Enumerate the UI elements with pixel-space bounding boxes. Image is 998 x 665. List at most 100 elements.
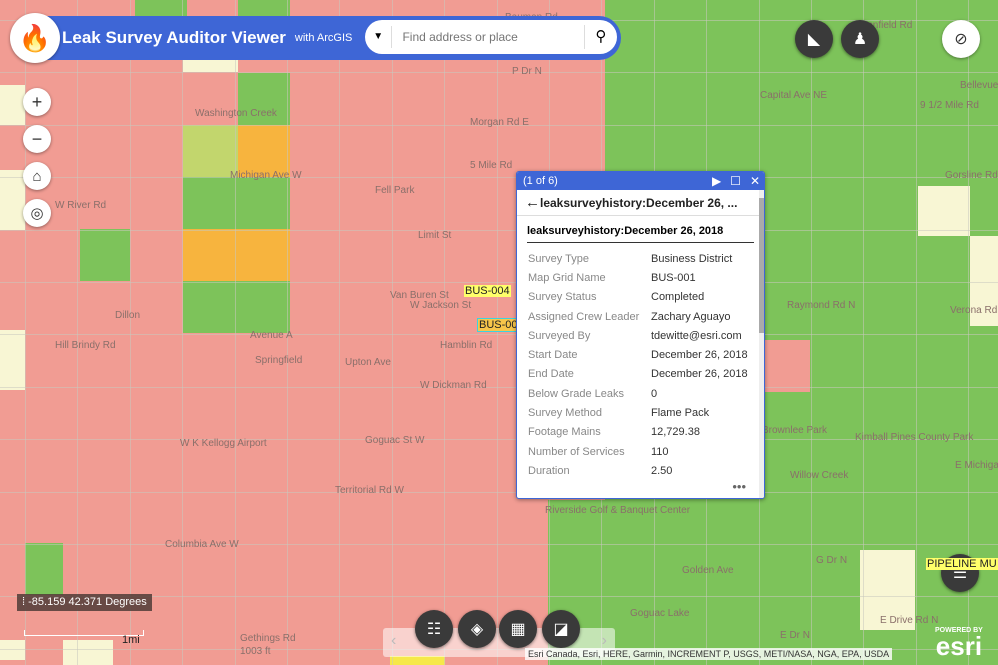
field-value: tdewitte@esri.com bbox=[651, 329, 742, 342]
street-label: Willow Creek bbox=[790, 470, 849, 481]
street-label: Hill Brindy Rd bbox=[55, 340, 116, 351]
street-label: Gethings Rd bbox=[240, 633, 296, 644]
search-bar: ▼ ⚲ bbox=[365, 20, 617, 54]
search-icon[interactable]: ⚲ bbox=[583, 25, 617, 49]
grid-cell bbox=[183, 60, 238, 72]
popup-field-row: Survey Type Business District bbox=[528, 249, 764, 268]
street-label: P Dr N bbox=[512, 66, 542, 77]
street-label: Brownlee Park bbox=[762, 425, 828, 436]
layers-icon[interactable]: ◈ bbox=[458, 610, 496, 648]
field-value: Flame Pack bbox=[651, 407, 710, 420]
grid-line bbox=[391, 0, 393, 665]
field-label: Number of Services bbox=[528, 445, 625, 458]
about-icon[interactable]: ◪ bbox=[542, 610, 580, 648]
basemap-gallery-icon[interactable]: ▦ bbox=[499, 610, 537, 648]
grid-line bbox=[77, 0, 79, 665]
street-label: E Dr N bbox=[780, 630, 810, 641]
field-label: Survey Method bbox=[528, 407, 602, 420]
grid-line bbox=[0, 544, 998, 545]
grid-cell bbox=[63, 640, 113, 665]
street-label: Washington Creek bbox=[195, 108, 277, 119]
popup-field-row: Map Grid Name BUS-001 bbox=[528, 268, 764, 287]
locate-button[interactable]: ◎ bbox=[23, 199, 51, 227]
map-view[interactable]: Morgan Rd EBauman RdP Dr NMichigan Ave W… bbox=[0, 0, 998, 665]
close-icon[interactable]: ✕ bbox=[750, 174, 760, 188]
grid-cell bbox=[25, 543, 63, 595]
grid-line bbox=[0, 282, 998, 283]
dock-prev-icon[interactable]: ‹ bbox=[391, 632, 396, 650]
street-label: Goguac St W bbox=[365, 435, 425, 446]
scale-label: 1mi bbox=[122, 634, 140, 646]
chart-icon[interactable]: ◣ bbox=[795, 20, 833, 58]
field-value: Completed bbox=[651, 291, 705, 304]
field-value: Zachary Aguayo bbox=[651, 310, 731, 323]
zoom-out-button[interactable]: − bbox=[23, 125, 51, 153]
street-label: Limit St bbox=[418, 230, 452, 241]
back-arrow-icon[interactable]: ← bbox=[525, 194, 540, 211]
coordinate-text: -85.159 42.371 Degrees bbox=[28, 596, 147, 608]
field-label: Footage Mains bbox=[528, 426, 601, 439]
grid-line bbox=[0, 334, 998, 336]
popup-title: leaksurveyhistory:December 26, 2018 bbox=[527, 225, 754, 243]
street-label: 9 1/2 Mile Rd bbox=[920, 100, 979, 111]
grid-cell bbox=[390, 656, 445, 665]
grid-line bbox=[182, 0, 184, 665]
grid-cell bbox=[183, 281, 290, 333]
popup-nav: ← leaksurveyhistory:December 26, ... bbox=[517, 190, 764, 216]
street-label: E Drive Rd N bbox=[880, 615, 939, 626]
popup-field-row: Surveyed By tdewitte@esri.com bbox=[528, 326, 764, 345]
field-value: December 26, 2018 bbox=[651, 368, 748, 381]
street-label: G Dr N bbox=[816, 555, 848, 566]
visibility-off-icon[interactable]: ⊘ bbox=[942, 20, 980, 58]
feature-popup: (1 of 6) ▶ ☐ ✕ ← leaksurveyhistory:Decembe… bbox=[516, 171, 765, 499]
field-value: 2.50 bbox=[651, 464, 673, 477]
coordinate-readout[interactable]: ⁞ -85.159 42.371 Degrees bbox=[17, 594, 152, 611]
popup-header: (1 of 6) ▶ ☐ ✕ bbox=[517, 172, 764, 190]
app-title: Leak Survey Auditor Viewer bbox=[62, 28, 286, 47]
esri-brand: esri bbox=[935, 631, 983, 661]
person-icon[interactable]: ♟ bbox=[841, 20, 879, 58]
field-label: Survey Type bbox=[528, 252, 589, 265]
field-label: Below Grade Leaks bbox=[528, 387, 624, 400]
maximize-icon[interactable]: ☐ bbox=[730, 174, 741, 188]
esri-logo: POWERED BY esri bbox=[935, 627, 983, 661]
grid-line bbox=[0, 439, 998, 441]
grid-line bbox=[0, 177, 998, 179]
feature-label: PIPELINE MU bbox=[926, 558, 998, 570]
flame-icon: 🔥 bbox=[10, 13, 60, 63]
street-label: Columbia Ave W bbox=[165, 539, 239, 550]
search-input[interactable] bbox=[402, 30, 584, 44]
street-label: Riverside Golf & Banquet Center bbox=[545, 505, 691, 516]
grid-line bbox=[339, 0, 341, 665]
field-value: 110 bbox=[651, 445, 669, 458]
legend-icon[interactable]: ☷ bbox=[415, 610, 453, 648]
popup-fields: Survey Type Business District Map Grid Nam… bbox=[528, 249, 764, 481]
more-options-icon[interactable]: ••• bbox=[732, 479, 746, 494]
popup-field-row: Start Date December 26, 2018 bbox=[528, 345, 764, 364]
field-label: Surveyed By bbox=[528, 329, 591, 342]
field-value: 12,729.38 bbox=[651, 426, 700, 439]
popup-field-row: Duration 2.50 bbox=[528, 461, 764, 480]
field-label: End Date bbox=[528, 368, 574, 381]
field-label: Duration bbox=[528, 464, 570, 477]
grid-line bbox=[234, 0, 236, 665]
street-label: 1003 ft bbox=[240, 646, 271, 657]
next-icon[interactable]: ▶ bbox=[712, 174, 721, 188]
popup-scrollbar[interactable] bbox=[759, 190, 764, 498]
attribution: Esri Canada, Esri, HERE, Garmin, INCREME… bbox=[525, 648, 893, 660]
zoom-in-button[interactable]: + bbox=[23, 88, 51, 116]
search-source-dropdown[interactable]: ▼ bbox=[365, 26, 393, 48]
app-header: 🔥 Leak Survey Auditor Viewer with ArcGIS… bbox=[10, 13, 621, 63]
grid-line bbox=[444, 0, 446, 665]
street-label: Avenue A bbox=[250, 330, 293, 341]
completed-area bbox=[548, 500, 998, 665]
app-subtitle: with ArcGIS bbox=[294, 32, 353, 44]
field-value: BUS-001 bbox=[651, 271, 696, 284]
home-button[interactable]: ⌂ bbox=[23, 162, 51, 190]
field-value: Business District bbox=[651, 252, 733, 265]
field-label: Survey Status bbox=[528, 291, 597, 304]
popup-field-row: Number of Services 110 bbox=[528, 442, 764, 461]
popup-field-row: Assigned Crew Leader Zachary Aguayo bbox=[528, 307, 764, 326]
street-label: Territorial Rd W bbox=[335, 485, 404, 496]
popup-field-row: End Date December 26, 2018 bbox=[528, 365, 764, 384]
